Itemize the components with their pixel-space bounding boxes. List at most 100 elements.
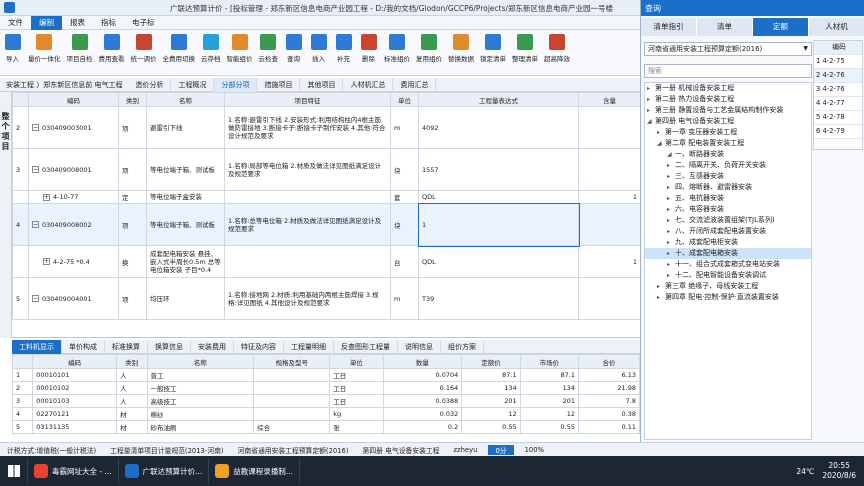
table-row[interactable]: 4−030409008002 项等电位端子箱、测试板 1.名称:总等电位箱 2.材质… <box>12 202 640 247</box>
item-name[interactable]: 等电位端子箱、测试板 <box>146 148 225 191</box>
table-row[interactable]: 3−030409008001 项等电位端子箱、测试板 1.名称:局部等电位箱 2.材… <box>12 148 640 191</box>
cell[interactable] <box>253 407 331 421</box>
tree-node[interactable]: ▸ 七、交流滤波装置组架(TJL系列) <box>645 215 811 226</box>
ribbon-button[interactable]: 云检查 <box>256 34 282 63</box>
tree-toggle-icon[interactable]: ▸ <box>647 94 655 105</box>
detail-tab[interactable]: 组价方案 <box>441 339 484 354</box>
column-header[interactable]: 单位 <box>390 92 419 107</box>
cell[interactable]: kg <box>329 407 384 421</box>
cell[interactable]: 0.38 <box>578 407 640 421</box>
taskbar-item[interactable]: 益教课程录播制... <box>209 458 300 484</box>
detail-tab[interactable]: 安装费用 <box>191 339 234 354</box>
quota-search-input[interactable]: 搜索 <box>644 64 812 78</box>
cell[interactable]: 7.8 <box>578 394 640 408</box>
tree-toggle-icon[interactable]: ▸ <box>667 226 675 237</box>
expand-icon[interactable]: − <box>32 221 39 228</box>
tree-toggle-icon[interactable]: ▸ <box>657 281 665 292</box>
taskbar-item[interactable]: 毒霸网址大全 - ... <box>28 458 119 484</box>
column-header[interactable]: 编码 <box>32 354 118 369</box>
query-tab[interactable]: 定额 <box>753 18 809 36</box>
item-name[interactable]: 成套配电箱安装 悬挂、嵌入式半周长0.5m 总等电位箱安装 子目*0.4 <box>146 245 225 278</box>
column-header[interactable]: 定额价 <box>461 354 521 369</box>
table-row[interactable]: 4 02270121 材棉纱 kg 0.032 12 12 0.38 <box>12 407 640 421</box>
tree-toggle-icon[interactable]: ◢ <box>647 116 655 127</box>
quantity-expression[interactable]: 1557 <box>418 148 579 191</box>
column-header[interactable]: 类别 <box>118 92 147 107</box>
detail-tab[interactable]: 换算信息 <box>148 339 191 354</box>
ribbon-button[interactable]: 云存档 <box>198 34 224 63</box>
table-row[interactable]: 2 00010102 人一般技工 工日 0.164 134 134 21.98 <box>12 381 640 395</box>
cell[interactable] <box>253 394 331 408</box>
cell[interactable]: 综合 <box>253 420 331 434</box>
tab[interactable]: 人材机汇总 <box>343 77 394 92</box>
ribbon-button[interactable]: 锁定清单 <box>477 34 509 63</box>
tree-toggle-icon[interactable]: ▸ <box>667 270 675 281</box>
cell[interactable] <box>253 368 331 382</box>
tree-node[interactable]: ▸ 十、成套配电箱安装 <box>645 248 811 259</box>
resource-grid[interactable]: 编码 类别 名称 规格及型号 单位 数量 定额价 市场价 合价 1 00010101 人普工 工日 0.… <box>12 354 640 440</box>
column-header[interactable]: 名称 <box>146 354 255 369</box>
tree-toggle-icon[interactable]: ▸ <box>657 292 665 303</box>
quota-list[interactable]: 编码 1 4-2-75 2 4-2-76 3 4-2-76 4 4-2-77 5 4-2… <box>813 40 863 150</box>
tree-toggle-icon[interactable]: ▸ <box>667 182 675 193</box>
column-header[interactable]: 项目特征 <box>224 92 391 107</box>
tree-toggle-icon[interactable]: ◢ <box>667 149 675 160</box>
column-header[interactable]: 市场价 <box>519 354 580 369</box>
column-header[interactable] <box>12 354 34 369</box>
item-name[interactable]: 等电位端子盒安装 <box>146 190 225 204</box>
tree-node[interactable]: ◢ 一、断路器安装 <box>645 149 811 160</box>
tree-toggle-icon[interactable]: ▸ <box>647 105 655 116</box>
quantity-expression[interactable]: T39 <box>418 277 579 320</box>
ribbon-button[interactable]: 整理清单 <box>509 34 541 63</box>
tree-node[interactable]: ▸ 五、电抗器安装 <box>645 193 811 204</box>
item-code[interactable]: −030409004001 <box>28 277 119 320</box>
tree-toggle-icon[interactable]: ◢ <box>657 138 665 149</box>
cell[interactable]: 87.1 <box>519 368 580 382</box>
expand-icon[interactable]: + <box>43 193 50 201</box>
item-code[interactable]: −030409008001 <box>28 148 119 191</box>
tree-node[interactable]: ▸ 第三册 静置设备与工艺金属结构制作安装 <box>645 105 811 116</box>
item-name[interactable]: 均压环 <box>146 277 225 320</box>
quantity-expression[interactable]: 1 <box>417 202 580 247</box>
ribbon-button[interactable]: 智能组价 <box>224 34 256 63</box>
detail-tab[interactable]: 工程量明细 <box>284 339 334 354</box>
breadcrumb[interactable]: 安装工程 〉郑东新区信息前 电气工程 <box>0 80 128 90</box>
tree-node[interactable]: ▸ 二、隔离开关、负荷开关安装 <box>645 160 811 171</box>
tree-node[interactable]: ▸ 第一册 机械设备安装工程 <box>645 83 811 94</box>
tab[interactable]: 造价分析 <box>128 77 172 92</box>
tab[interactable]: 费用汇总 <box>393 77 437 92</box>
item-feature[interactable] <box>224 190 391 204</box>
expand-icon[interactable]: − <box>32 166 39 173</box>
quota-list-item[interactable]: 2 4-2-76 <box>814 69 862 83</box>
cell[interactable]: 21.98 <box>578 381 640 395</box>
column-header[interactable] <box>12 92 29 107</box>
item-name[interactable]: 等电位端子箱、测试板 <box>146 203 225 246</box>
tree-toggle-icon[interactable]: ▸ <box>667 248 675 259</box>
column-header[interactable]: 合价 <box>578 354 640 369</box>
ribbon-button[interactable]: 查询 <box>281 34 306 63</box>
tree-toggle-icon[interactable]: ▸ <box>667 160 675 171</box>
tree-node[interactable]: ▸ 八、开闭所成套配电装置安装 <box>645 226 811 237</box>
weather-temp[interactable]: 24℃ <box>796 467 814 476</box>
tree-node[interactable]: ▸ 四、熔断器、避雷器安装 <box>645 182 811 193</box>
detail-tab[interactable]: 工料机显示 <box>12 339 62 354</box>
ribbon-button[interactable]: 插入 <box>306 34 331 63</box>
tree-toggle-icon[interactable]: ▸ <box>667 237 675 248</box>
detail-tab[interactable]: 说明信息 <box>398 339 441 354</box>
tree-node[interactable]: ▸ 十二、配电智能设备安装调试 <box>645 270 811 281</box>
column-header[interactable]: 名称 <box>146 92 225 107</box>
menu-item[interactable]: 文件 <box>0 16 31 30</box>
table-row[interactable]: 5−030409004001 项均压环 1.名称:接地网 2.材质:利用基础内两根主… <box>12 277 640 320</box>
query-tab[interactable]: 清单指引 <box>641 18 697 36</box>
ribbon-button[interactable]: 导入 <box>0 34 25 63</box>
expand-icon[interactable]: + <box>43 258 50 265</box>
cell[interactable]: 张 <box>329 420 384 434</box>
tree-node[interactable]: ▸ 第一章 变压器安装工程 <box>645 127 811 138</box>
tree-node[interactable]: ◢ 第二章 配电装置安装工程 <box>645 138 811 149</box>
ribbon-button[interactable]: 删除 <box>356 34 381 63</box>
ribbon-button[interactable]: 项目自检 <box>64 34 96 63</box>
table-row[interactable]: +4-2-75 *0.4 换成套配电箱安装 悬挂、嵌入式半周长0.5m 总等电位箱… <box>12 245 640 278</box>
cell[interactable]: 0.2 <box>382 420 463 434</box>
item-name[interactable]: 避雷引下线 <box>146 106 225 149</box>
menu-item[interactable]: 指标 <box>93 16 124 30</box>
